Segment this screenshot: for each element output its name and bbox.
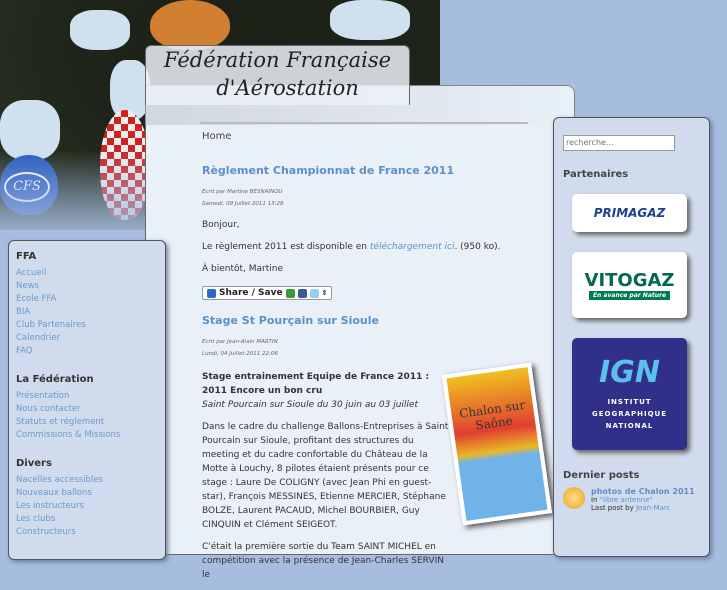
partners-heading: Partenaires — [563, 168, 629, 180]
menu-item-contact[interactable]: Nous contacter — [16, 403, 158, 416]
menu-item-constructeurs[interactable]: Constructeurs — [16, 526, 158, 539]
menu-item-news[interactable]: News — [16, 280, 158, 293]
share-label: Share / Save — [219, 288, 283, 298]
forum-link[interactable]: "libre antenne" — [600, 496, 653, 504]
menu-group-federation: La Fédération Présentation Nous contacte… — [16, 374, 158, 442]
search-input[interactable] — [563, 134, 675, 151]
body-text: . (950 ko). — [454, 242, 501, 252]
menu-heading: FFA — [16, 251, 37, 262]
menu-item-commissions[interactable]: Commissions & Missions — [16, 429, 158, 442]
left-sidebar: FFA Accueil News Ecole FFA BIA Club Part… — [8, 240, 166, 560]
site-title[interactable]: Fédération Française d'Aérostation — [145, 46, 410, 102]
facebook-icon[interactable] — [297, 288, 307, 298]
title-line-1: Fédération Française — [163, 48, 392, 72]
share-save-button[interactable]: Share / Save ⇕ — [202, 286, 333, 300]
menu-item-accueil[interactable]: Accueil — [16, 267, 158, 280]
dropdown-arrows-icon[interactable]: ⇕ — [322, 289, 328, 297]
greeting: Bonjour, — [202, 220, 240, 230]
signoff: À bientôt, Martine — [202, 264, 284, 274]
partner-tagline: INSTITUT GEOGRAPHIQUE NATIONAL — [591, 398, 668, 430]
article-date: Samedi, 09 Juillet 2011 13:28 — [202, 201, 284, 207]
article-subtitle: Stage entrainement Equipe de France 2011… — [202, 372, 430, 396]
menu-heading: Divers — [16, 458, 52, 469]
article-title[interactable]: Règlement Championnat de France 2011 — [202, 164, 547, 177]
last-post-link[interactable]: photos de Chalon 2011 — [591, 487, 695, 496]
menu-group-divers: Divers Nacelles accessibles Nouveaux bal… — [16, 458, 158, 539]
title-line-2: d'Aérostation — [216, 76, 359, 100]
article-author: Ecrit par Martine BESNAINOU — [202, 189, 283, 195]
last-posts-heading: Dernier posts — [563, 469, 640, 481]
article-author: Ecrit par Jean-Alain MARTIN — [202, 339, 278, 345]
poster-text: Chalon sur Saône — [458, 397, 526, 433]
article-subtitle-italic: Saint Pourcain sur Sioule du 30 juin au … — [202, 400, 418, 410]
author-link[interactable]: Jean-Marc — [636, 504, 671, 512]
ign-logo[interactable]: IGN INSTITUT GEOGRAPHIQUE NATIONAL — [572, 337, 687, 450]
menu-item-ecole-ffa[interactable]: Ecole FFA — [16, 293, 158, 306]
right-sidebar: Partenaires PRIMAGAZ VITOGAZ En avance p… — [553, 117, 710, 557]
menu-group-ffa: FFA Accueil News Ecole FFA BIA Club Part… — [16, 251, 158, 358]
menu-item-instructeurs[interactable]: Les instructeurs — [16, 500, 158, 513]
download-link[interactable]: téléchargement ici — [370, 242, 455, 252]
menu-item-calendrier[interactable]: Calendrier — [16, 332, 158, 345]
article-body: Le règlement 2011 est disponible en télé… — [202, 240, 547, 254]
twitter-icon[interactable] — [309, 288, 319, 298]
menu-item-nouveaux-ballons[interactable]: Nouveaux ballons — [16, 487, 158, 500]
partner-name: IGN — [599, 355, 660, 390]
menu-item-nacelles[interactable]: Nacelles accessibles — [16, 474, 158, 487]
article-date: Lundi, 04 Juillet 2011 22:06 — [202, 351, 278, 357]
primagaz-logo[interactable]: PRIMAGAZ — [572, 193, 687, 232]
post-avatar — [563, 486, 585, 509]
by-label: Last post by — [591, 503, 634, 512]
in-label: In — [591, 495, 598, 504]
breadcrumb[interactable]: Home — [202, 131, 547, 142]
share-plus-icon — [207, 288, 216, 298]
article: Stage St Pourçain sur Sioule Ecrit par J… — [202, 314, 452, 582]
vitogaz-logo[interactable]: VITOGAZ En avance par Nature — [572, 251, 687, 318]
menu-item-clubs[interactable]: Les clubs — [16, 513, 158, 526]
share-email-icon[interactable] — [285, 288, 295, 298]
article-paragraph: C'était la première sortie du Team SAINT… — [202, 542, 444, 580]
article-title[interactable]: Stage St Pourçain sur Sioule — [202, 314, 452, 327]
menu-item-bia[interactable]: BIA — [16, 306, 158, 319]
menu-item-club-partenaires[interactable]: Club Partenaires — [16, 319, 158, 332]
divider — [200, 122, 528, 124]
last-post-item: photos de Chalon 2011 In "libre antenne"… — [563, 486, 700, 512]
menu-item-faq[interactable]: FAQ — [16, 345, 158, 358]
partner-tagline: En avance par Nature — [588, 290, 671, 300]
article-paragraph: Dans le cadre du challenge Ballons-Entre… — [202, 422, 449, 530]
partner-name: VITOGAZ — [584, 269, 675, 291]
menu-item-statuts[interactable]: Statuts et réglement — [16, 416, 158, 429]
body-text: Le règlement 2011 est disponible en — [202, 242, 370, 252]
partner-name: PRIMAGAZ — [593, 205, 666, 220]
article: Règlement Championnat de France 2011 Ecr… — [202, 164, 547, 314]
menu-heading: La Fédération — [16, 374, 94, 385]
article-list: Home Règlement Championnat de France 201… — [202, 131, 547, 590]
menu-item-presentation[interactable]: Présentation — [16, 390, 158, 403]
